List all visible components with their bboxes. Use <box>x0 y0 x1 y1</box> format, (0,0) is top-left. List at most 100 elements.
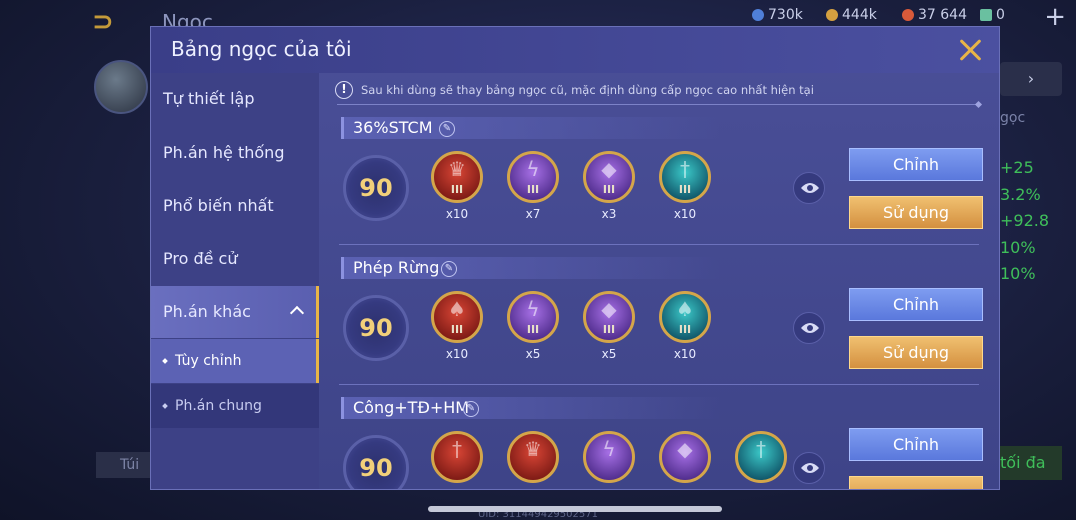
purple-drop-rune-icon: ◆ III x3 <box>583 151 635 221</box>
pencil-icon[interactable]: ✎ <box>441 261 457 277</box>
rune-count: x3 <box>601 207 617 221</box>
page-name: Công+TĐ+HM <box>353 398 470 417</box>
bg-label: gọc <box>1000 110 1026 126</box>
eye-icon[interactable] <box>793 172 825 204</box>
pencil-icon[interactable]: ✎ <box>463 401 479 417</box>
chevron-right-icon[interactable]: › <box>1000 62 1062 96</box>
sidebar-subitem-custom[interactable]: Tùy chỉnh <box>151 339 319 383</box>
use-button[interactable]: Sử dụng <box>849 336 983 369</box>
sidebar-item-label: Ph.án hệ thống <box>163 143 285 162</box>
rune-glyph: ◆ <box>677 437 693 461</box>
sidebar-item-most-popular[interactable]: Phổ biến nhất <box>151 180 319 232</box>
page-name: Phép Rừng <box>353 258 440 277</box>
purple-lightning-rune-icon: ϟ III x7 <box>507 151 559 221</box>
modal-title: Bảng ngọc của tôi <box>171 37 352 61</box>
rune-count: x5 <box>525 347 541 361</box>
page-level: 90 <box>359 314 393 342</box>
rune-tier: III <box>678 183 692 196</box>
red-sword-rune-icon: † <box>431 431 483 489</box>
sidebar-item-label: Pro đề cử <box>163 249 238 268</box>
bullet-icon <box>162 358 168 364</box>
max-button-label: tối đa <box>1000 453 1046 472</box>
currency-ruby: 37 644 <box>902 7 967 23</box>
rune-tier: III <box>602 323 616 336</box>
sidebar-item-other-plans[interactable]: Ph.án khác <box>151 286 319 338</box>
chevron-up-icon <box>289 305 305 321</box>
eye-icon[interactable] <box>793 312 825 344</box>
rune-page: 36%STCM ✎ 90 ♛ III x10 ϟ III x7 ◆ III x3 <box>319 107 999 247</box>
edit-button[interactable]: Chỉnh <box>849 428 983 461</box>
rune-glyph: ♠ <box>448 297 466 321</box>
rune-glyph: ◆ <box>601 297 617 321</box>
rune-glyph: ♛ <box>448 157 466 181</box>
eye-icon[interactable] <box>793 452 825 484</box>
use-button[interactable] <box>849 476 983 489</box>
bag-button-label: Túi <box>120 457 140 473</box>
currency-voucher: 0 <box>980 7 1005 23</box>
rune-page-list[interactable]: 36%STCM ✎ 90 ♛ III x10 ϟ III x7 ◆ III x3 <box>319 107 999 489</box>
rune-glyph: ♛ <box>524 437 542 461</box>
sidebar-subitem-general[interactable]: Ph.án chung <box>151 384 319 428</box>
hero-avatar <box>94 60 148 114</box>
edit-button[interactable]: Chỉnh <box>849 288 983 321</box>
purple-drop-rune-icon: ◆ <box>659 431 711 489</box>
sidebar-subitem-label: Tùy chỉnh <box>175 353 242 369</box>
rune-tier: III <box>526 183 540 196</box>
pencil-icon[interactable]: ✎ <box>439 121 455 137</box>
voucher-icon <box>980 9 992 21</box>
currency-gold: 444k <box>826 7 877 23</box>
rune-glyph: † <box>756 437 766 461</box>
rune-pages-modal: Bảng ngọc của tôi Tự thiết lập Ph.án hệ … <box>150 26 1000 490</box>
rune-glyph: † <box>680 157 690 181</box>
rune-tier: III <box>678 323 692 336</box>
rune-page: Công+TĐ+HM ✎ 90 † ♛ ϟ ◆ † Chỉnh <box>319 387 999 489</box>
rune-glyph: ϟ <box>526 157 540 181</box>
rune-glyph: ϟ <box>602 437 616 461</box>
rune-count: x10 <box>673 207 697 221</box>
bullet-icon <box>162 403 168 409</box>
rune-count: x7 <box>525 207 541 221</box>
ruby-icon <box>902 9 914 21</box>
home-indicator[interactable] <box>428 506 722 512</box>
divider <box>337 104 979 105</box>
red-crown-rune-icon: ♛ <box>507 431 559 489</box>
page-level: 90 <box>359 454 393 482</box>
sidebar-subitem-label: Ph.án chung <box>175 398 262 414</box>
page-level: 90 <box>359 174 393 202</box>
rune-count: x5 <box>601 347 617 361</box>
divider <box>339 244 979 245</box>
rune-count: x10 <box>445 347 469 361</box>
teal-sword-rune-icon: † <box>735 431 787 489</box>
sidebar-item-label: Ph.án khác <box>163 302 251 321</box>
sidebar-item-label: Tự thiết lập <box>163 89 255 108</box>
sidebar-item-custom-setup[interactable]: Tự thiết lập <box>151 73 319 125</box>
use-button[interactable]: Sử dụng <box>849 196 983 229</box>
max-button[interactable]: tối đa <box>1000 446 1062 480</box>
purple-lightning-rune-icon: ϟ <box>583 431 635 489</box>
sidebar-item-system-plans[interactable]: Ph.án hệ thống <box>151 127 319 179</box>
red-flame-rune-icon: ♠ III x10 <box>431 291 483 361</box>
edit-button[interactable]: Chỉnh <box>849 148 983 181</box>
ruby-value: 37 644 <box>918 7 967 23</box>
stat-value: +92.8 <box>1000 211 1050 230</box>
add-currency-icon[interactable]: + <box>1044 2 1066 32</box>
stat-value: 10% <box>1000 238 1036 257</box>
rune-tier: III <box>602 183 616 196</box>
back-arrow-icon[interactable]: ⊃ <box>92 8 142 36</box>
rune-page: Phép Rừng ✎ 90 ♠ III x10 ϟ III x5 ◆ III … <box>319 247 999 387</box>
bag-button[interactable]: Túi <box>96 452 150 478</box>
diamond-icon <box>752 9 764 21</box>
purple-lightning-rune-icon: ϟ III x5 <box>507 291 559 361</box>
stat-value: 3.2% <box>1000 185 1041 204</box>
rune-glyph: ♠ <box>676 297 694 321</box>
rune-count: x10 <box>445 207 469 221</box>
diamond-value: 730k <box>768 7 803 23</box>
stat-value: +25 <box>1000 158 1034 177</box>
currency-diamond: 730k <box>752 7 803 23</box>
teal-sword-rune-icon: † III x10 <box>659 151 711 221</box>
close-icon[interactable] <box>957 36 985 64</box>
sidebar-item-pro-recommended[interactable]: Pro đề cử <box>151 233 319 285</box>
gold-value: 444k <box>842 7 877 23</box>
rune-tier: III <box>450 323 464 336</box>
rune-count: x10 <box>673 347 697 361</box>
